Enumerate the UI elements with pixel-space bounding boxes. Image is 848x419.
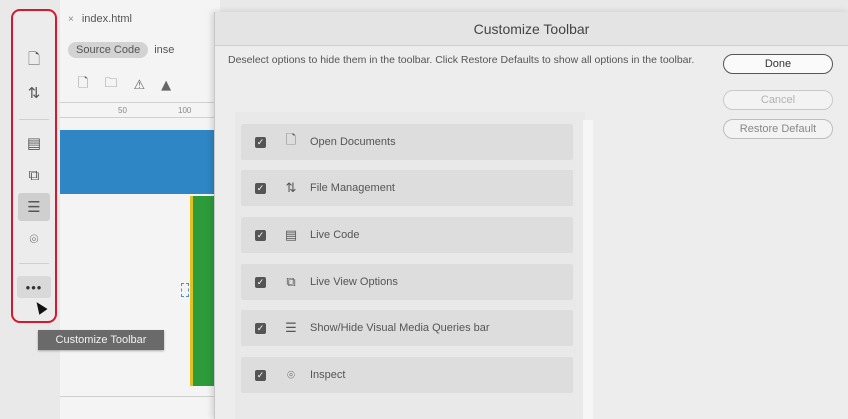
cancel-button[interactable]: Cancel xyxy=(723,90,833,110)
checkbox[interactable]: ✓ xyxy=(255,182,266,194)
open-documents-icon: 🗋 xyxy=(285,133,297,148)
media-queries-icon: ☰ xyxy=(285,320,297,336)
design-header-block xyxy=(60,130,220,194)
toolbar-divider xyxy=(19,263,49,264)
customize-toolbar-tooltip: Customize Toolbar xyxy=(38,330,164,350)
left-toolbar: 🗋 ⇅ ▤ ⧉ ☰ ⌾ ••• xyxy=(11,9,57,323)
ruler: 50 100 xyxy=(60,102,220,118)
option-live-view-options[interactable]: ✓ ⧉ Live View Options xyxy=(241,264,573,300)
related-file-tab[interactable]: inse xyxy=(154,42,174,58)
mouse-cursor-icon xyxy=(32,299,48,315)
checkbox[interactable]: ✓ xyxy=(255,136,266,148)
file-management-icon: ⇅ xyxy=(285,180,297,196)
live-code-icon[interactable]: ▤ xyxy=(13,129,55,157)
live-view-options-icon[interactable]: ⧉ xyxy=(13,161,55,189)
inspect-icon[interactable]: ⌾ xyxy=(13,225,55,253)
source-code-tab[interactable]: Source Code xyxy=(68,42,149,58)
document-toolbar: 🗋 🗀 ⚠ ▲ xyxy=(60,70,220,100)
toolbar-divider xyxy=(19,119,49,120)
live-code-icon: ▤ xyxy=(284,227,298,243)
customize-toolbar-dialog: Customize Toolbar Deselect options to hi… xyxy=(214,12,848,419)
dialog-description: Deselect options to hide them in the too… xyxy=(228,54,695,66)
toolbar-options-list: ✓ 🗋 Open Documents ✓ ⇅ File Management ✓… xyxy=(235,112,585,419)
design-green-block xyxy=(190,196,216,386)
document-tab-label: index.html xyxy=(81,13,132,25)
editor-panel: × index.html Source Code inse 🗋 🗀 ⚠ ▲ 50… xyxy=(60,0,220,419)
element-marker xyxy=(181,283,189,297)
checkbox[interactable]: ✓ xyxy=(255,322,266,334)
done-button[interactable]: Done xyxy=(723,54,833,74)
option-inspect[interactable]: ✓ ⌾ Inspect xyxy=(241,357,573,393)
view-subtabs: Source Code inse xyxy=(60,36,220,64)
option-label: File Management xyxy=(310,182,395,194)
open-documents-icon[interactable]: 🗋 xyxy=(13,47,55,75)
folder-icon[interactable]: 🗀 xyxy=(104,74,117,96)
options-scrollbar[interactable] xyxy=(583,120,593,419)
restore-defaults-button[interactable]: Restore Default xyxy=(723,119,833,139)
inspect-icon: ⌾ xyxy=(287,367,295,383)
option-file-management[interactable]: ✓ ⇅ File Management xyxy=(241,170,573,206)
dialog-title: Customize Toolbar xyxy=(215,12,848,46)
option-open-documents[interactable]: ✓ 🗋 Open Documents xyxy=(241,124,573,160)
customize-toolbar-button[interactable]: ••• xyxy=(17,276,51,298)
new-document-icon[interactable]: 🗋 xyxy=(78,74,88,96)
ruler-tick: 100 xyxy=(178,106,192,115)
document-tab[interactable]: × index.html xyxy=(62,8,212,30)
option-label: Inspect xyxy=(310,369,346,381)
file-management-icon[interactable]: ⇅ xyxy=(13,79,55,107)
option-label: Open Documents xyxy=(310,136,396,148)
ruler-tick: 50 xyxy=(118,106,127,115)
checkbox[interactable]: ✓ xyxy=(255,229,266,241)
option-label: Live Code xyxy=(310,229,360,241)
media-queries-icon[interactable]: ☰ xyxy=(18,193,50,221)
editor-bottom-bar xyxy=(60,396,220,419)
option-label: Show/Hide Visual Media Queries bar xyxy=(310,322,490,334)
upload-icon[interactable]: ▲ xyxy=(161,78,171,93)
option-label: Live View Options xyxy=(310,276,398,288)
close-tab-icon[interactable]: × xyxy=(68,14,74,25)
option-live-code[interactable]: ✓ ▤ Live Code xyxy=(241,217,573,253)
warning-icon[interactable]: ⚠ xyxy=(133,78,145,93)
checkbox[interactable]: ✓ xyxy=(255,276,266,288)
live-view-options-icon: ⧉ xyxy=(286,274,296,290)
checkbox[interactable]: ✓ xyxy=(255,369,266,381)
option-media-queries[interactable]: ✓ ☰ Show/Hide Visual Media Queries bar xyxy=(241,310,573,346)
